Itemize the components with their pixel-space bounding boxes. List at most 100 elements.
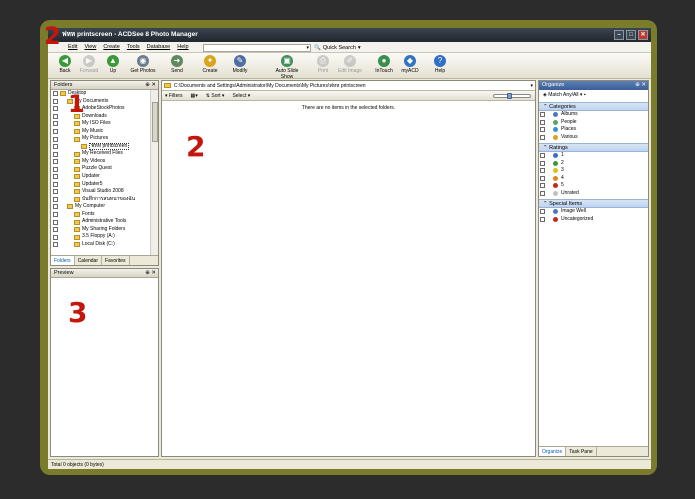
folder-tree-scrollbar[interactable]: [150, 90, 158, 256]
menu-view[interactable]: View: [84, 44, 96, 50]
menu-help[interactable]: Help: [177, 44, 188, 50]
organize-item[interactable]: Uncategorized: [539, 216, 648, 224]
tool-myacd-button[interactable]: ◆ myACD: [393, 54, 427, 74]
tree-item-checkbox[interactable]: [53, 129, 58, 134]
organize-item[interactable]: 2: [539, 160, 648, 168]
tree-item[interactable]: ฟหห printscreen: [51, 143, 151, 151]
organize-item-checkbox[interactable]: [540, 112, 545, 118]
tree-item[interactable]: My Documents: [51, 98, 151, 106]
tree-item[interactable]: Local Disk (C:): [51, 241, 151, 249]
organize-item[interactable]: Places: [539, 126, 648, 134]
tree-item-checkbox[interactable]: [53, 196, 58, 202]
match-any-all-button[interactable]: ◈ Match Any/All ▾ ▪: [539, 90, 648, 100]
organize-item-checkbox[interactable]: [540, 168, 545, 174]
tree-item[interactable]: My Music: [51, 128, 151, 136]
tree-item-checkbox[interactable]: [53, 144, 58, 150]
tab-calendar[interactable]: Calendar: [75, 256, 102, 265]
view-mode-button[interactable]: ▦▾: [191, 91, 198, 100]
select-button[interactable]: Select ▾: [232, 91, 250, 100]
tree-item-checkbox[interactable]: [53, 204, 58, 210]
organize-item[interactable]: People: [539, 119, 648, 127]
tree-item-checkbox[interactable]: [53, 98, 58, 104]
tool-modify-button[interactable]: ✎ Modify: [223, 54, 257, 74]
organize-item-checkbox[interactable]: [540, 175, 545, 181]
zoom-slider[interactable]: [493, 93, 531, 99]
pane-controls[interactable]: ⊕ ✕: [145, 81, 156, 90]
tree-item-checkbox[interactable]: [53, 113, 58, 119]
tab-folders[interactable]: Folders: [51, 256, 75, 265]
tree-item[interactable]: Desktop: [51, 90, 151, 98]
organize-item[interactable]: Unrated: [539, 190, 648, 198]
organize-item-checkbox[interactable]: [540, 183, 545, 189]
menu-edit[interactable]: Edit: [68, 44, 77, 50]
tool-up-button[interactable]: ▲ Up: [96, 54, 130, 74]
tree-item-checkbox[interactable]: [53, 106, 58, 112]
tree-item-checkbox[interactable]: [53, 136, 58, 142]
chevron-down-icon[interactable]: ▾: [530, 81, 533, 91]
path-bar[interactable]: C:\Documents and Settings\Administrator\…: [162, 81, 535, 91]
tree-item[interactable]: Downloads: [51, 113, 151, 121]
menu-tools[interactable]: Tools: [127, 44, 140, 50]
tree-item[interactable]: Updater5: [51, 181, 151, 189]
tree-item-checkbox[interactable]: [53, 121, 58, 127]
tree-item-checkbox[interactable]: [53, 174, 58, 180]
tree-item-checkbox[interactable]: [53, 189, 58, 195]
tree-item[interactable]: AdobeStockPhotos: [51, 105, 151, 113]
tool-help-button[interactable]: ? Help: [423, 54, 457, 74]
tab-organize[interactable]: Organize: [539, 447, 567, 456]
tool-edit-image-button[interactable]: ✐ Edit Image: [333, 54, 367, 74]
tree-item[interactable]: Fonts: [51, 211, 151, 219]
organize-item[interactable]: 4: [539, 175, 648, 183]
tree-item[interactable]: My Received Files: [51, 150, 151, 158]
organize-item[interactable]: 1: [539, 152, 648, 160]
tool-create-button[interactable]: ✦ Create: [193, 54, 227, 74]
tree-item[interactable]: My Computer: [51, 203, 151, 211]
maximize-button[interactable]: □: [626, 30, 636, 40]
tab-task-pane[interactable]: Task Pane: [566, 447, 597, 456]
organize-item-checkbox[interactable]: [540, 160, 545, 166]
organize-item[interactable]: Albums: [539, 111, 648, 119]
quick-search-button[interactable]: 🔍 Quick Search ▾: [314, 43, 361, 52]
tree-item[interactable]: Visual Studio 2008: [51, 188, 151, 196]
close-button[interactable]: ✕: [638, 30, 648, 40]
section-categories[interactable]: ⌃ Categories: [539, 102, 648, 111]
tree-item-checkbox[interactable]: [53, 242, 58, 248]
tree-item-checkbox[interactable]: [53, 181, 58, 187]
filters-button[interactable]: ▾ Filters: [165, 91, 183, 100]
organize-item[interactable]: 3: [539, 167, 648, 175]
tree-item-checkbox[interactable]: [53, 151, 58, 157]
tree-item[interactable]: Puzzle Quest: [51, 165, 151, 173]
sort-button[interactable]: ⇅ Sort ▾: [206, 91, 225, 100]
tree-item-checkbox[interactable]: [53, 166, 58, 172]
organize-item-checkbox[interactable]: [540, 209, 545, 215]
tree-item[interactable]: My Videos: [51, 158, 151, 166]
organize-item[interactable]: Image Well: [539, 208, 648, 216]
tool-auto-slide-show-button[interactable]: ▣ Auto Slide Show: [270, 54, 304, 80]
organize-item[interactable]: 5: [539, 182, 648, 190]
tree-item[interactable]: Updater: [51, 173, 151, 181]
organize-item-checkbox[interactable]: [540, 119, 545, 125]
organize-item-checkbox[interactable]: [540, 153, 545, 159]
pane-controls[interactable]: ⊕ ✕: [635, 81, 646, 90]
section-special-items[interactable]: ⌃ Special Items: [539, 199, 648, 208]
search-combo[interactable]: ▾: [203, 44, 311, 52]
tree-item[interactable]: My Pictures: [51, 135, 151, 143]
tree-item[interactable]: My Sharing Folders: [51, 226, 151, 234]
scrollbar-thumb[interactable]: [152, 102, 158, 142]
menu-create[interactable]: Create: [103, 44, 120, 50]
organize-item-checkbox[interactable]: [540, 134, 545, 140]
tool-get-photos-button[interactable]: ◉ Get Photos: [126, 54, 160, 74]
menu-database[interactable]: Database: [147, 44, 171, 50]
tree-item-checkbox[interactable]: [53, 91, 58, 97]
tree-item-checkbox[interactable]: [53, 234, 58, 240]
organize-item-checkbox[interactable]: [540, 127, 545, 133]
tree-item-checkbox[interactable]: [53, 219, 58, 225]
pane-controls[interactable]: ⊕ ✕: [145, 269, 156, 278]
minimize-button[interactable]: –: [614, 30, 624, 40]
organize-item-checkbox[interactable]: [540, 216, 545, 222]
tree-item-checkbox[interactable]: [53, 212, 58, 218]
organize-item[interactable]: Various: [539, 134, 648, 142]
tree-item[interactable]: My ISO Files: [51, 120, 151, 128]
tool-send-button[interactable]: ➜ Send: [160, 54, 194, 74]
tree-item-checkbox[interactable]: [53, 227, 58, 233]
